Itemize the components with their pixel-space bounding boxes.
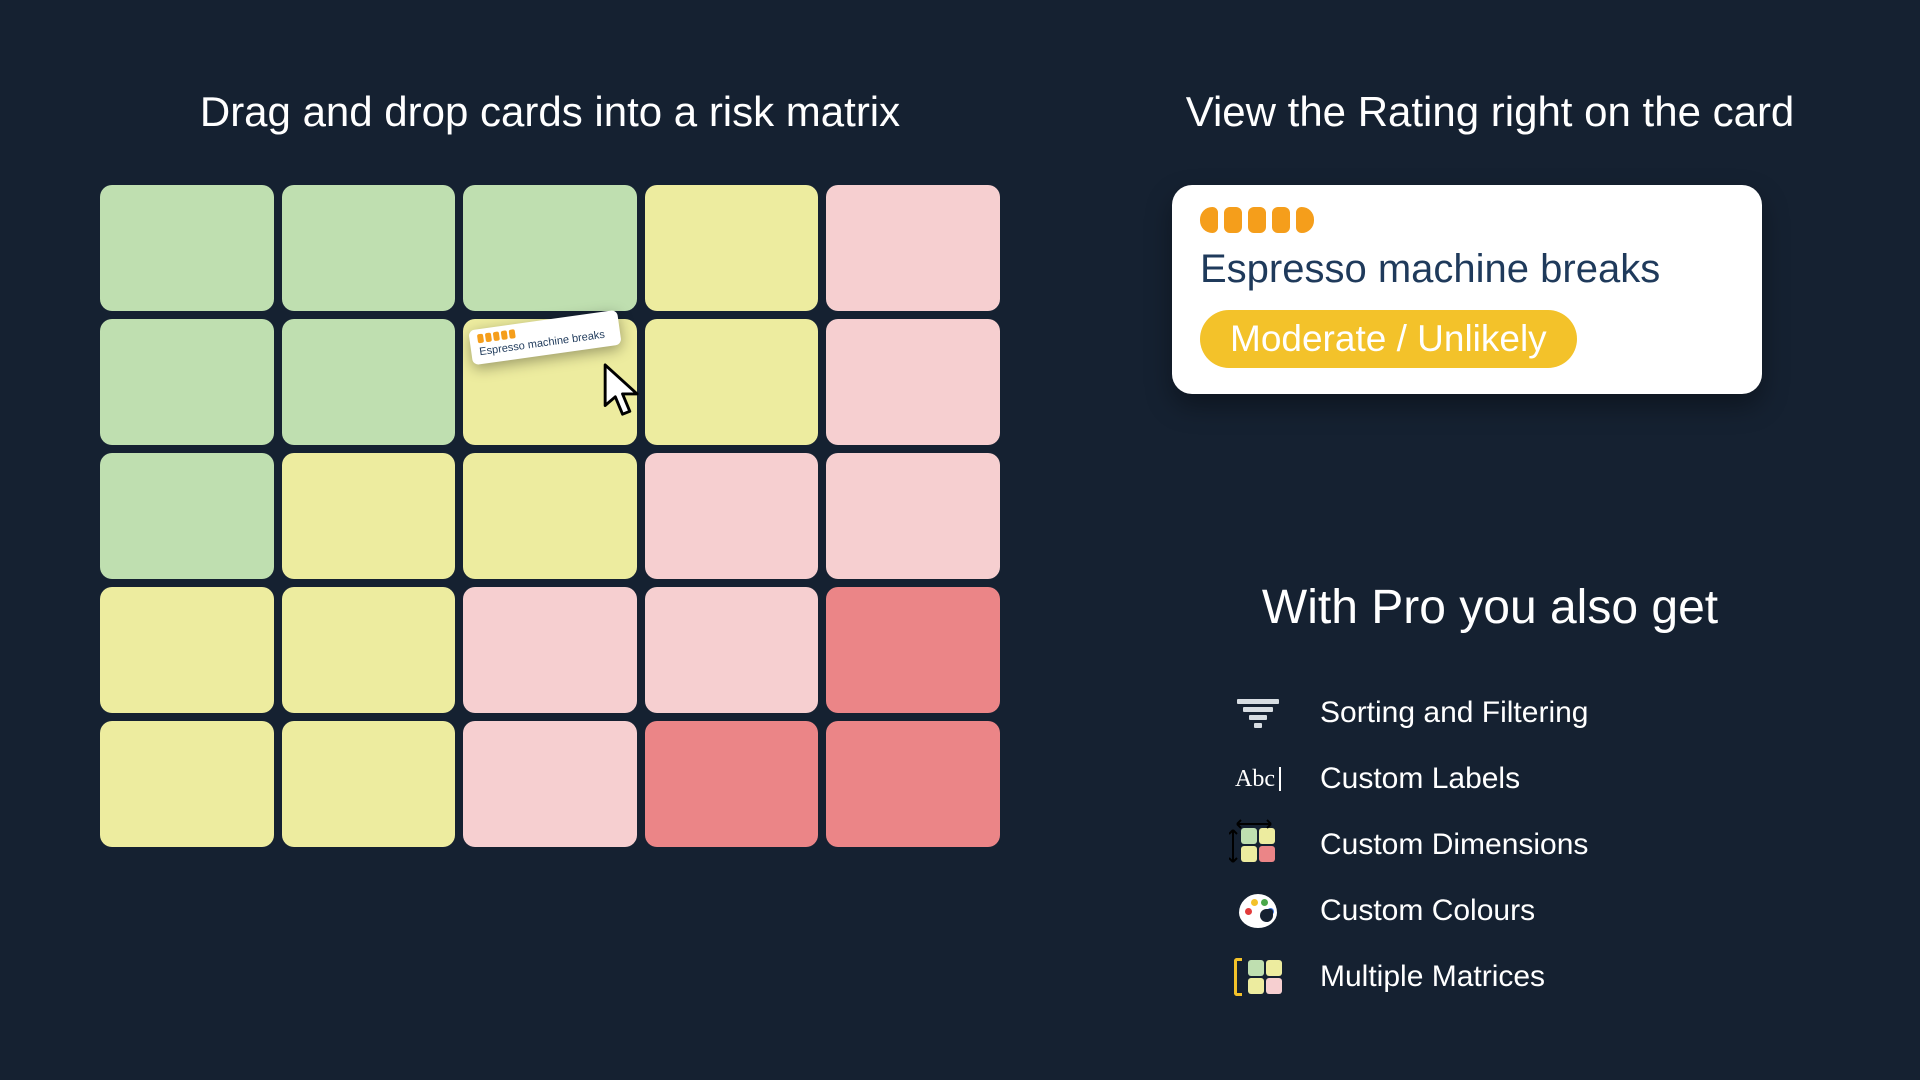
matrices-icon — [1230, 958, 1286, 996]
matrix-cell-r2-c1[interactable] — [282, 453, 456, 579]
pro-headline: With Pro you also get — [1130, 580, 1850, 635]
matrix-cell-r1-c1[interactable] — [282, 319, 456, 445]
feature-label: Custom Dimensions — [1320, 828, 1588, 862]
feature-custom-colours: Custom Colours — [1230, 878, 1790, 944]
matrix-cell-r0-c2[interactable] — [463, 185, 637, 311]
text-abc-icon: Abc — [1230, 767, 1286, 791]
feature-label: Multiple Matrices — [1320, 960, 1545, 994]
feature-custom-labels: Abc Custom Labels — [1230, 746, 1790, 812]
matrix-cell-r1-c4[interactable] — [826, 319, 1000, 445]
matrix-cell-r3-c3[interactable] — [645, 587, 819, 713]
rating-card[interactable]: Espresso machine breaks Moderate / Unlik… — [1172, 185, 1762, 394]
rating-badge: Moderate / Unlikely — [1200, 310, 1577, 368]
matrix-cell-r0-c1[interactable] — [282, 185, 456, 311]
feature-label: Custom Colours — [1320, 894, 1535, 928]
matrix-cell-r4-c1[interactable] — [282, 721, 456, 847]
rating-card-title: Espresso machine breaks — [1200, 247, 1734, 292]
rating-headline: View the Rating right on the card — [1130, 88, 1850, 136]
feature-custom-dimensions: Custom Dimensions — [1230, 812, 1790, 878]
dimensions-icon — [1230, 828, 1286, 862]
palette-icon — [1230, 894, 1286, 928]
pro-feature-list: Sorting and Filtering Abc Custom Labels … — [1230, 680, 1790, 1010]
matrix-cell-r4-c0[interactable] — [100, 721, 274, 847]
risk-matrix-grid[interactable] — [100, 185, 1000, 847]
matrix-cell-r0-c4[interactable] — [826, 185, 1000, 311]
feature-sorting-filtering: Sorting and Filtering — [1230, 680, 1790, 746]
card-rating-stripes-icon — [1200, 207, 1734, 233]
filter-icon — [1230, 696, 1286, 731]
matrix-cell-r2-c0[interactable] — [100, 453, 274, 579]
matrix-cell-r3-c4[interactable] — [826, 587, 1000, 713]
feature-label: Sorting and Filtering — [1320, 696, 1588, 730]
matrix-cell-r3-c2[interactable] — [463, 587, 637, 713]
matrix-cell-r1-c3[interactable] — [645, 319, 819, 445]
matrix-cell-r2-c4[interactable] — [826, 453, 1000, 579]
feature-multiple-matrices: Multiple Matrices — [1230, 944, 1790, 1010]
matrix-cell-r0-c0[interactable] — [100, 185, 274, 311]
matrix-cell-r4-c2[interactable] — [463, 721, 637, 847]
matrix-cell-r4-c3[interactable] — [645, 721, 819, 847]
matrix-cell-r0-c3[interactable] — [645, 185, 819, 311]
matrix-cell-r3-c1[interactable] — [282, 587, 456, 713]
matrix-cell-r2-c2[interactable] — [463, 453, 637, 579]
drag-drop-headline: Drag and drop cards into a risk matrix — [100, 88, 1000, 136]
matrix-cell-r1-c0[interactable] — [100, 319, 274, 445]
matrix-cell-r2-c3[interactable] — [645, 453, 819, 579]
matrix-cell-r4-c4[interactable] — [826, 721, 1000, 847]
feature-label: Custom Labels — [1320, 762, 1520, 796]
matrix-cell-r3-c0[interactable] — [100, 587, 274, 713]
